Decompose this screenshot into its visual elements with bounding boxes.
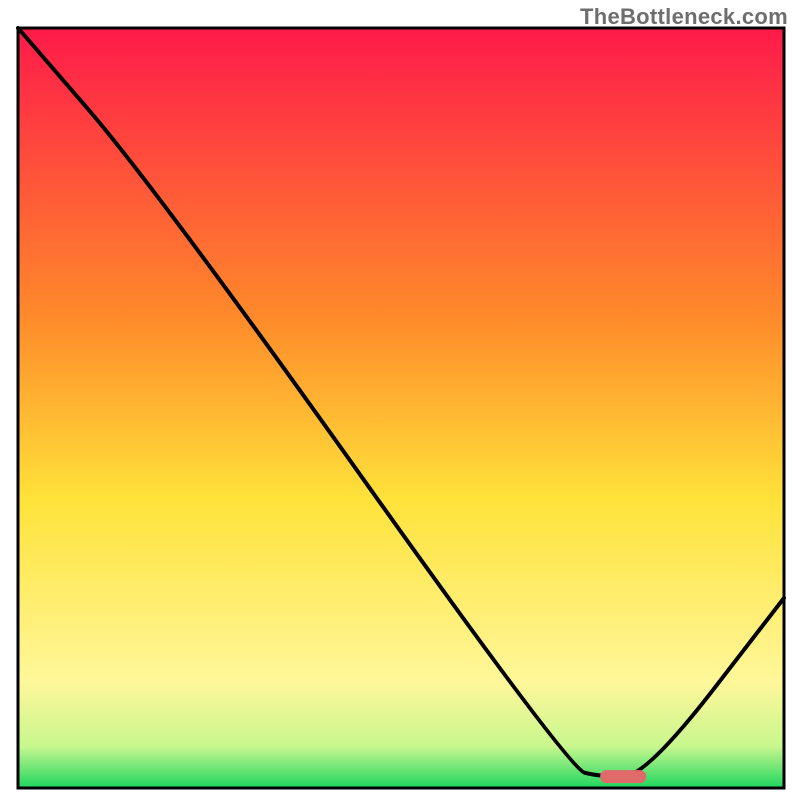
watermark-text: TheBottleneck.com [580,4,788,30]
chart-container: { "watermark": "TheBottleneck.com", "col… [0,0,800,800]
optimal-marker [600,770,646,783]
bottleneck-chart [0,0,800,800]
gradient-area [18,28,784,788]
